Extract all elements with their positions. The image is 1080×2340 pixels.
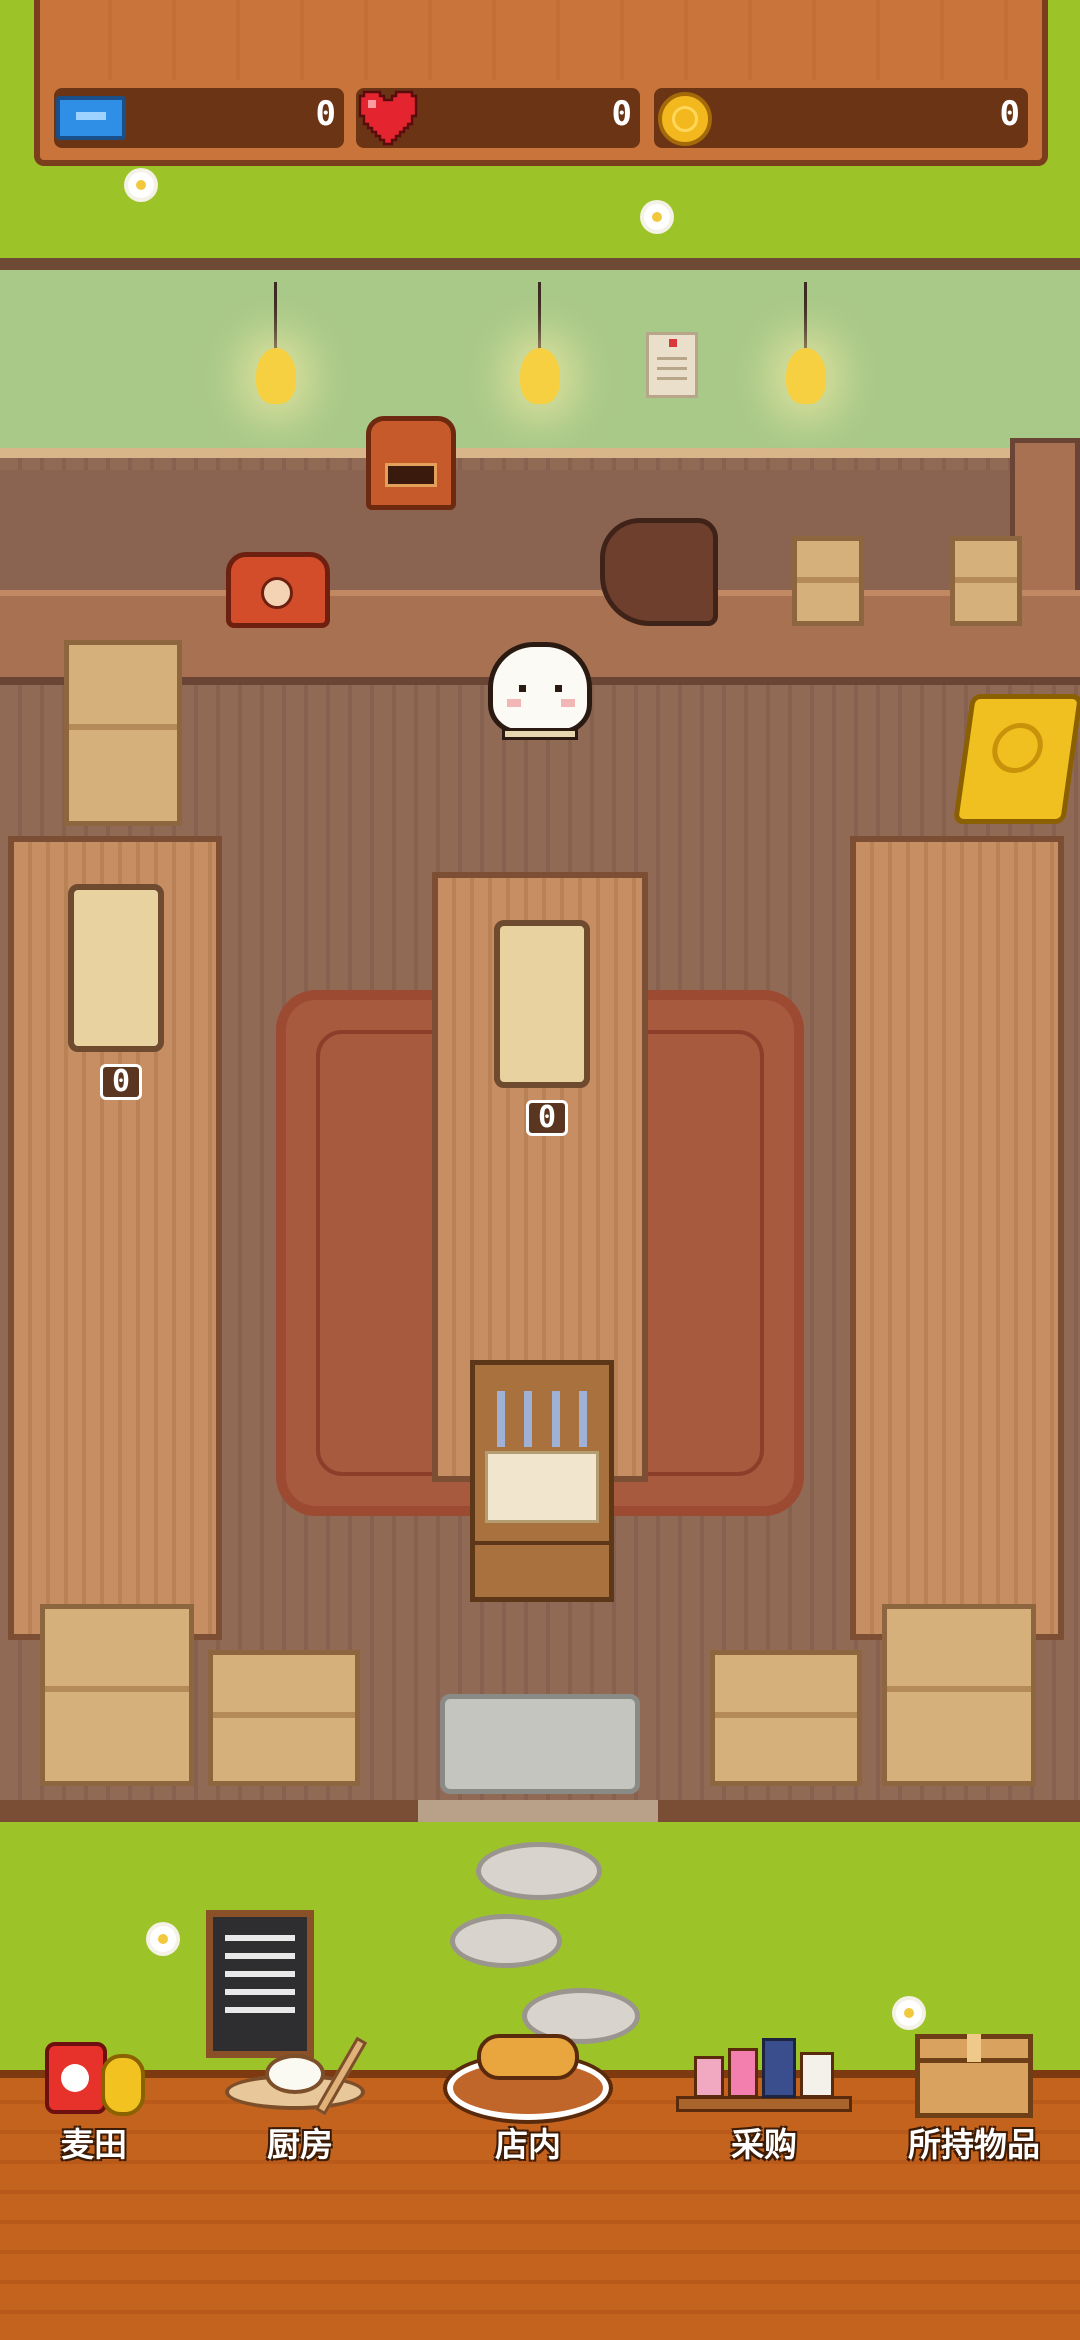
hanging-lamp-icon[interactable] [520,348,560,404]
cardboard-box[interactable] [950,536,1022,626]
hanging-lamp-icon[interactable] [786,348,826,404]
lamp-cord [804,282,807,352]
nav-wheat-field[interactable]: 麦田 [0,2020,194,2170]
mailbox-icon[interactable] [366,416,456,510]
nav-label: 采购 [731,2125,797,2164]
flower-decoration [128,172,154,198]
kitchen-icon [225,2034,375,2118]
shop-entrance[interactable] [418,1800,658,1822]
stacked-boxes[interactable] [40,1604,194,1786]
cardboard-box[interactable] [710,1650,862,1786]
stacked-boxes[interactable] [64,640,182,826]
lamp-cord [274,282,277,352]
coin-icon [658,92,712,146]
hanging-lamp-icon[interactable] [256,348,296,404]
flower-decoration [644,204,670,230]
cutlery-cabinet[interactable] [470,1360,614,1602]
lamp-cord [538,282,541,352]
cardboard-box[interactable] [208,1650,360,1786]
stepping-stone [450,1914,562,1968]
doormat [440,1694,640,1794]
heart-icon [356,88,420,152]
flour-sack-icon[interactable] [600,518,718,626]
cardboard-box[interactable] [792,536,864,626]
purchase-icon [676,2038,852,2118]
nav-label: 店内 [495,2125,561,2164]
nav-label: 麦田 [61,2125,127,2164]
nav-label: 厨房 [267,2125,333,2164]
tray-count-center: 0 [526,1100,568,1136]
display-table-right[interactable] [850,836,1064,1640]
ticket-icon [56,96,126,140]
wall-note-icon[interactable] [646,332,698,398]
coins-value: 0 [999,94,1020,134]
inventory-icon [915,2024,1033,2118]
counter-back-wall [0,470,1080,590]
flower-decoration [150,1926,176,1952]
hearts-value: 0 [611,94,632,134]
wheat-field-icon [39,2030,149,2118]
stepping-stone [476,1842,602,1900]
bread-tray-left[interactable] [68,884,164,1052]
tray-count-left: 0 [100,1064,142,1100]
nav-shop[interactable]: 店内 [428,2020,628,2170]
telephone-icon[interactable] [226,552,330,628]
shop-icon [443,2020,613,2124]
mochi-character[interactable] [488,642,592,746]
caution-sign-icon[interactable] [952,694,1080,824]
nav-inventory[interactable]: 所持物品 [874,2020,1074,2170]
bread-tray-center[interactable] [494,920,590,1088]
tickets-value: 0 [315,94,336,134]
nav-kitchen[interactable]: 厨房 [200,2020,400,2170]
nav-label: 所持物品 [908,2125,1040,2164]
stacked-boxes[interactable] [882,1604,1036,1786]
nav-purchase[interactable]: 采购 [664,2020,864,2170]
